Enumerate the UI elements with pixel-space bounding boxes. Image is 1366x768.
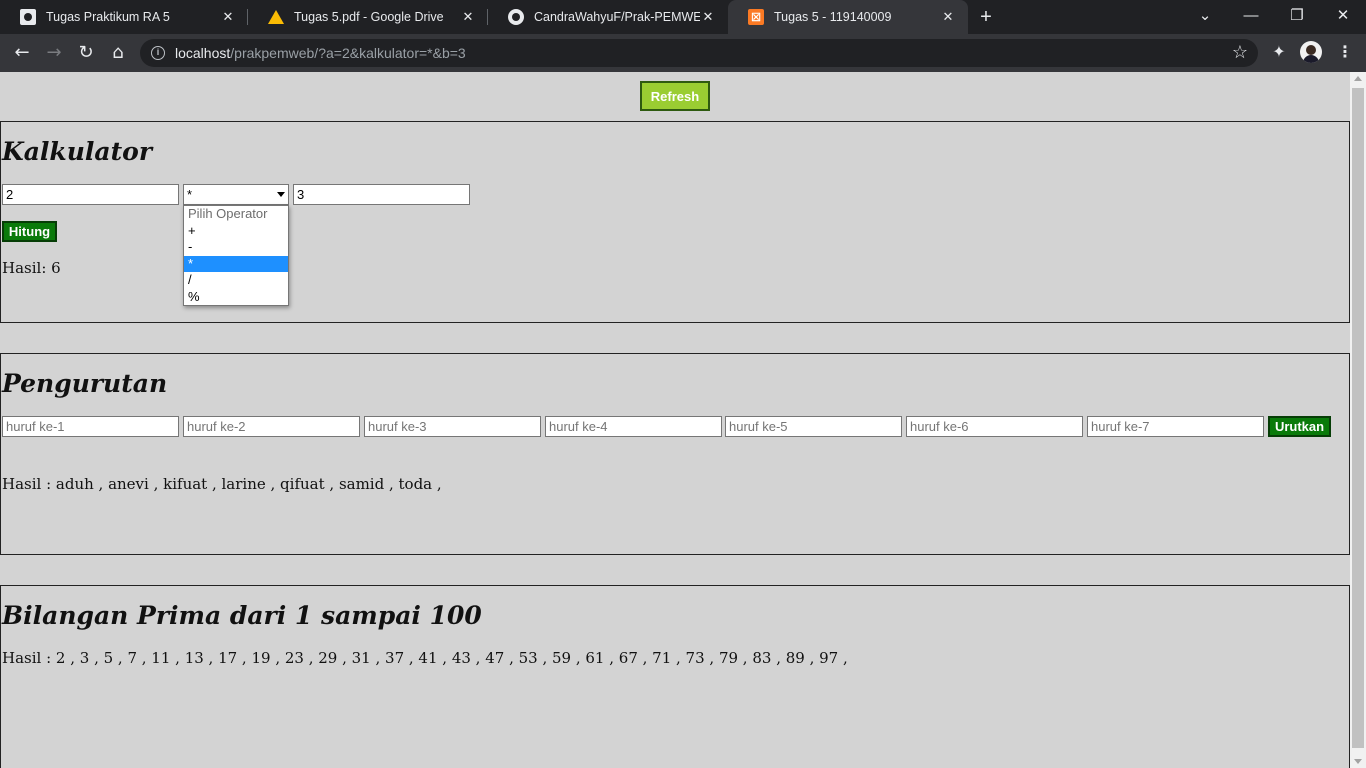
tab-title: Tugas Praktikum RA 5 — [46, 10, 170, 24]
huruf-input-6[interactable] — [906, 416, 1083, 437]
pengurutan-result: Hasil : aduh , anevi , kifuat , larine ,… — [2, 475, 442, 493]
chevron-down-icon — [277, 192, 285, 197]
close-icon[interactable]: ✕ — [700, 9, 716, 25]
prima-section: Bilangan Prima dari 1 sampai 100 Hasil :… — [0, 585, 1350, 768]
reload-icon[interactable]: ↻ — [74, 41, 98, 65]
google-drive-icon — [268, 10, 284, 24]
url-path: /prakpemweb/?a=2&kalkulator=*&b=3 — [230, 45, 466, 61]
operator-select-value: * — [187, 187, 193, 202]
operator-option[interactable]: + — [184, 223, 288, 240]
urutkan-button[interactable]: Urutkan — [1268, 416, 1331, 437]
scrollbar-thumb[interactable] — [1352, 88, 1364, 748]
github-icon — [508, 9, 524, 25]
operand-a-input[interactable] — [2, 184, 179, 205]
restore-icon[interactable]: ❐ — [1274, 0, 1320, 30]
operator-option[interactable]: - — [184, 239, 288, 256]
praktikum-favicon-icon — [20, 9, 36, 25]
address-bar[interactable]: i localhost/prakpemweb/?a=2&kalkulator=*… — [140, 39, 1258, 67]
new-tab-plus-icon[interactable]: + — [976, 7, 996, 27]
prima-title: Bilangan Prima dari 1 sampai 100 — [2, 601, 482, 630]
tab-title: Tugas 5 - 119140009 — [774, 10, 892, 24]
huruf-input-1[interactable] — [2, 416, 179, 437]
operator-option-selected[interactable]: * — [184, 255, 288, 272]
refresh-button[interactable]: Refresh — [640, 81, 710, 111]
page-viewport: Refresh Kalkulator * Hitung Hasil: 6 Pil… — [0, 72, 1350, 768]
kalkulator-result: Hasil: 6 — [2, 259, 61, 277]
tab-search-chevron-icon[interactable]: ⌄ — [1182, 0, 1228, 30]
browser-toolbar: ← → ↻ ⌂ i localhost/prakpemweb/?a=2&kalk… — [0, 34, 1366, 72]
tab-title: Tugas 5.pdf - Google Drive — [294, 10, 444, 24]
operator-select[interactable]: * — [183, 184, 289, 205]
huruf-input-7[interactable] — [1087, 416, 1264, 437]
tab-title: CandraWahyuF/Prak-PEMWEB-RA — [534, 10, 700, 24]
minimize-icon[interactable]: — — [1228, 0, 1274, 30]
operand-b-input[interactable] — [293, 184, 470, 205]
home-icon[interactable]: ⌂ — [106, 41, 130, 65]
operator-option[interactable]: % — [184, 289, 288, 306]
extensions-puzzle-icon[interactable]: ✦ — [1270, 42, 1288, 61]
more-menu-icon[interactable]: ⋮ — [1337, 42, 1353, 62]
prima-result: Hasil : 2 , 3 , 5 , 7 , 11 , 13 , 17 , 1… — [2, 649, 848, 667]
page-scrollbar[interactable] — [1350, 72, 1366, 768]
bookmark-star-icon[interactable]: ☆ — [1232, 42, 1248, 63]
operator-option[interactable]: / — [184, 272, 288, 289]
close-icon[interactable]: ✕ — [220, 9, 236, 25]
huruf-input-4[interactable] — [545, 416, 722, 437]
huruf-input-2[interactable] — [183, 416, 360, 437]
operator-option[interactable]: Pilih Operator — [184, 206, 288, 223]
back-arrow-icon[interactable]: ← — [10, 41, 34, 65]
tab-praktikum[interactable]: Tugas Praktikum RA 5 ✕ — [0, 0, 248, 34]
scroll-up-arrow-icon[interactable] — [1354, 76, 1362, 81]
scroll-down-arrow-icon[interactable] — [1354, 759, 1362, 764]
kalkulator-section: Kalkulator * Hitung Hasil: 6 Pilih Opera… — [0, 121, 1350, 323]
site-info-icon[interactable]: i — [151, 46, 165, 60]
profile-avatar[interactable] — [1300, 41, 1322, 63]
huruf-input-3[interactable] — [364, 416, 541, 437]
forward-arrow-icon[interactable]: → — [42, 41, 66, 65]
pengurutan-section: Pengurutan Urutkan Hasil : aduh , anevi … — [0, 353, 1350, 555]
operator-dropdown-list: Pilih Operator + - * / % — [183, 205, 289, 306]
browser-titlebar: Tugas Praktikum RA 5 ✕ Tugas 5.pdf - Goo… — [0, 0, 1366, 34]
close-icon[interactable]: ✕ — [460, 9, 476, 25]
tab-google-drive[interactable]: Tugas 5.pdf - Google Drive ✕ — [248, 0, 488, 34]
window-close-icon[interactable]: ✕ — [1320, 0, 1366, 30]
url-host: localhost — [175, 45, 231, 61]
pengurutan-title: Pengurutan — [2, 369, 168, 398]
kalkulator-title: Kalkulator — [2, 137, 153, 166]
huruf-input-5[interactable] — [725, 416, 902, 437]
tab-github[interactable]: CandraWahyuF/Prak-PEMWEB-RA ✕ — [488, 0, 728, 34]
hitung-button[interactable]: Hitung — [2, 221, 57, 242]
tab-tugas-5[interactable]: ☒ Tugas 5 - 119140009 ✕ — [728, 0, 968, 34]
close-icon[interactable]: ✕ — [940, 9, 956, 25]
xampp-icon: ☒ — [748, 9, 764, 25]
